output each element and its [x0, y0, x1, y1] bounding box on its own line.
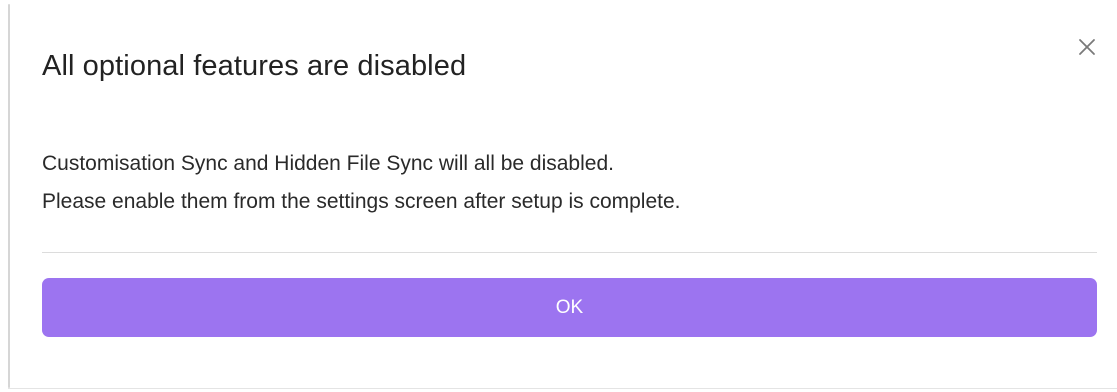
dialog-message: Customisation Sync and Hidden File Sync … — [42, 145, 681, 221]
message-line-2: Please enable them from the settings scr… — [42, 190, 681, 213]
ok-button[interactable]: OK — [42, 278, 1097, 337]
modal-dialog: All optional features are disabled Custo… — [0, 0, 1117, 392]
window-edge — [8, 4, 10, 388]
divider — [42, 252, 1097, 253]
dialog-title: All optional features are disabled — [42, 50, 467, 82]
close-icon — [1079, 39, 1095, 55]
close-button[interactable] — [1072, 32, 1102, 62]
window-bottom-edge — [8, 388, 1117, 389]
message-line-1: Customisation Sync and Hidden File Sync … — [42, 152, 614, 175]
